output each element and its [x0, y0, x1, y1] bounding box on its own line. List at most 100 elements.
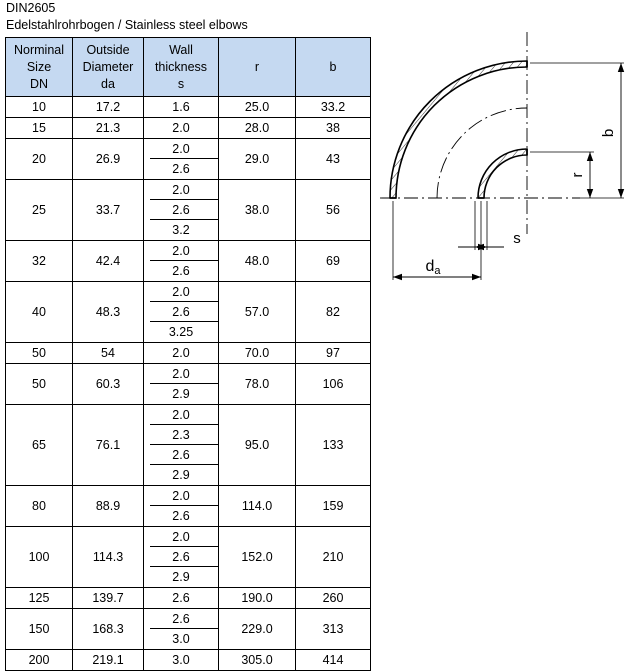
- cell-radius: 78.0: [218, 363, 296, 405]
- cell-nominal-size: 15: [5, 117, 73, 139]
- extension-lines: [392, 62, 624, 280]
- table-row: 200 219.1 3.0 305.0 414: [5, 649, 371, 671]
- cell-length-b: 97: [295, 342, 371, 364]
- cell-outside-diameter: 60.3: [72, 363, 144, 405]
- wall-thickness-value: 2.6: [172, 612, 190, 626]
- wall-thickness-value: 2.0: [172, 408, 190, 422]
- cell-length-b: 38: [295, 117, 371, 139]
- cell-nominal-size: 50: [5, 342, 73, 364]
- cell-nominal-size: 65: [5, 404, 73, 486]
- dimension-b: b: [600, 63, 625, 198]
- wall-thickness-value: 3.25: [144, 321, 219, 342]
- column-header-outside-diameter: Outside Diameter da: [72, 37, 144, 97]
- cell-length-b: 69: [295, 240, 371, 282]
- wall-thickness-value: 2.0: [172, 346, 190, 360]
- cell-outside-diameter: 42.4: [72, 240, 144, 282]
- cell-outside-diameter: 139.7: [72, 587, 144, 609]
- wall-thickness-value: 2.0: [172, 183, 190, 197]
- wall-thickness-value: 2.9: [144, 566, 219, 587]
- cell-length-b: 133: [295, 404, 371, 486]
- wall-thickness-value: 2.3: [144, 424, 219, 445]
- cell-radius: 152.0: [218, 526, 296, 588]
- table-row: 10 17.2 1.6 25.0 33.2: [5, 96, 371, 118]
- column-header-radius: r: [218, 37, 296, 97]
- cell-length-b: 414: [295, 649, 371, 671]
- elbow-technical-drawing: b r s da: [378, 18, 633, 293]
- wall-thickness-value: 3.2: [144, 219, 219, 240]
- standard-number: DIN2605: [6, 1, 56, 15]
- table-row: 25 33.7 2.0 2.6 3.2 38.0 56: [5, 179, 371, 241]
- table-row: 150 168.3 2.6 3.0 229.0 313: [5, 608, 371, 650]
- column-header-length-b: b: [295, 37, 371, 97]
- cell-wall-thickness: 2.0 2.3 2.6 2.9: [143, 404, 219, 486]
- cell-outside-diameter: 54: [72, 342, 144, 364]
- dimension-da: da: [393, 258, 481, 281]
- table-row: 50 60.3 2.0 2.9 78.0 106: [5, 363, 371, 405]
- cell-wall-thickness: 2.0: [143, 117, 219, 139]
- dimension-label-s: s: [513, 230, 521, 247]
- cell-wall-thickness: 2.0 2.6: [143, 485, 219, 527]
- cell-wall-thickness: 2.0 2.6 3.25: [143, 281, 219, 343]
- column-header-nominal-size: Norminal Size DN: [5, 37, 73, 97]
- cell-wall-thickness: 1.6: [143, 96, 219, 118]
- wall-thickness-value: 2.0: [172, 367, 190, 381]
- cell-radius: 190.0: [218, 587, 296, 609]
- cell-outside-diameter: 17.2: [72, 96, 144, 118]
- cell-nominal-size: 50: [5, 363, 73, 405]
- wall-thickness-value: 2.0: [172, 142, 190, 156]
- table-row: 100 114.3 2.0 2.6 2.9 152.0 210: [5, 526, 371, 588]
- cell-nominal-size: 40: [5, 281, 73, 343]
- table-row: 125 139.7 2.6 190.0 260: [5, 587, 371, 609]
- cell-outside-diameter: 114.3: [72, 526, 144, 588]
- cell-wall-thickness: 2.0 2.9: [143, 363, 219, 405]
- table-row: 20 26.9 2.0 2.6 29.0 43: [5, 138, 371, 180]
- cell-radius: 57.0: [218, 281, 296, 343]
- cell-outside-diameter: 88.9: [72, 485, 144, 527]
- wall-thickness-value: 2.6: [144, 444, 219, 465]
- cell-nominal-size: 32: [5, 240, 73, 282]
- dimension-label-b: b: [600, 129, 617, 137]
- dimension-r: r: [569, 152, 594, 198]
- cell-radius: 38.0: [218, 179, 296, 241]
- cell-radius: 28.0: [218, 117, 296, 139]
- outer-wall-section: [389, 60, 528, 199]
- cell-radius: 229.0: [218, 608, 296, 650]
- table-row: 40 48.3 2.0 2.6 3.25 57.0 82: [5, 281, 371, 343]
- wall-thickness-value: 2.0: [172, 121, 190, 135]
- cell-nominal-size: 200: [5, 649, 73, 671]
- wall-thickness-value: 3.0: [172, 653, 190, 667]
- document-title-block: DIN2605 Edelstahlrohrbogen / Stainless s…: [6, 0, 386, 34]
- cell-length-b: 43: [295, 138, 371, 180]
- elbow-specification-table: Norminal Size DN Outside Diameter da Wal…: [5, 37, 371, 671]
- table-row: 32 42.4 2.0 2.6 48.0 69: [5, 240, 371, 282]
- cell-radius: 114.0: [218, 485, 296, 527]
- wall-thickness-value: 2.6: [172, 591, 190, 605]
- cell-length-b: 313: [295, 608, 371, 650]
- cell-outside-diameter: 76.1: [72, 404, 144, 486]
- wall-thickness-value: 2.6: [144, 158, 219, 179]
- cell-nominal-size: 10: [5, 96, 73, 118]
- table-row: 50 54 2.0 70.0 97: [5, 342, 371, 364]
- cell-wall-thickness: 2.0 2.6 3.2: [143, 179, 219, 241]
- table-row: 80 88.9 2.0 2.6 114.0 159: [5, 485, 371, 527]
- wall-thickness-value: 2.9: [144, 464, 219, 485]
- cell-nominal-size: 100: [5, 526, 73, 588]
- wall-thickness-value: 2.9: [144, 383, 219, 404]
- cell-outside-diameter: 48.3: [72, 281, 144, 343]
- dimension-label-da: da: [425, 258, 441, 277]
- wall-thickness-value: 2.6: [144, 546, 219, 567]
- wall-thickness-value: 2.0: [172, 489, 190, 503]
- wall-thickness-value: 2.0: [172, 530, 190, 544]
- cell-length-b: 260: [295, 587, 371, 609]
- table-row: 65 76.1 2.0 2.3 2.6 2.9 95.0 133: [5, 404, 371, 486]
- cell-nominal-size: 80: [5, 485, 73, 527]
- table-body: 10 17.2 1.6 25.0 33.2 15 21.3 2.0 28.0 38 20 26.9 2.…: [5, 96, 371, 671]
- cell-length-b: 210: [295, 526, 371, 588]
- cell-radius: 25.0: [218, 96, 296, 118]
- cell-wall-thickness: 3.0: [143, 649, 219, 671]
- cell-outside-diameter: 168.3: [72, 608, 144, 650]
- wall-thickness-value: 2.6: [144, 199, 219, 220]
- table-header-row: Norminal Size DN Outside Diameter da Wal…: [5, 37, 371, 97]
- wall-thickness-value: 1.6: [172, 100, 190, 114]
- table-row: 15 21.3 2.0 28.0 38: [5, 117, 371, 139]
